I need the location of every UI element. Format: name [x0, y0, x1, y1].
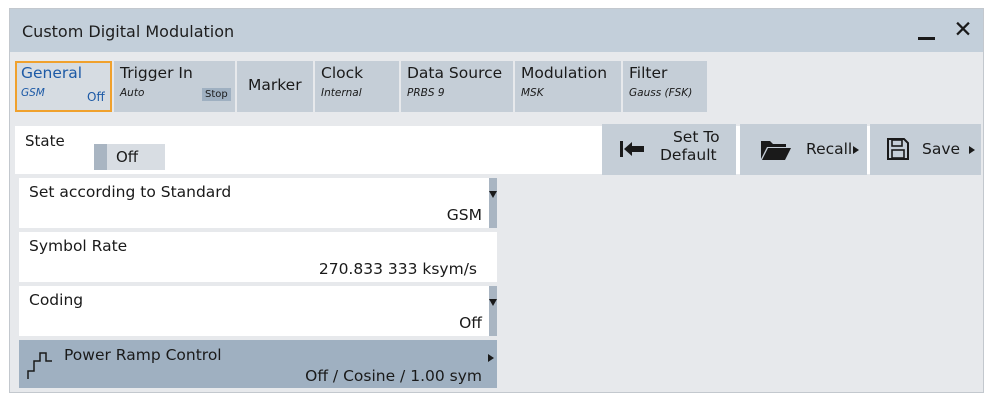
power-ramp-control-button[interactable]: Power Ramp Control Off / Cosine / 1.00 s… [19, 340, 497, 388]
chevron-right-icon [488, 354, 494, 362]
symbol-rate-value: 270.833 333 ksym/s [318, 260, 477, 278]
window-title: Custom Digital Modulation [22, 22, 235, 41]
recall-label: Recall [806, 140, 853, 158]
tab-clock-label: Clock [321, 64, 364, 82]
tab-filter-sub: Gauss (FSK) [629, 87, 693, 99]
standard-field[interactable]: Set according to Standard GSM [19, 178, 497, 228]
tab-clock[interactable]: Clock Internal [315, 61, 399, 112]
custom-digital-modulation-window: Custom Digital Modulation ✕ General GSM … [9, 8, 984, 393]
save-arrow-icon [969, 146, 975, 154]
set-to-default-line1: Set To [672, 128, 720, 146]
state-label: State [25, 132, 65, 150]
standard-label: Set according to Standard [29, 183, 232, 201]
recall-arrow-icon [853, 146, 859, 154]
tab-trigger-in-sub: Auto [120, 87, 145, 99]
symbol-rate-field[interactable]: Symbol Rate 270.833 333 ksym/s [19, 232, 497, 282]
save-button[interactable]: Save [870, 124, 981, 175]
tab-bar: General GSM Off Trigger In Auto Stop Mar… [10, 52, 983, 122]
standard-value: GSM [446, 206, 482, 224]
tab-modulation-label: Modulation [521, 64, 608, 82]
tab-marker-label: Marker [248, 76, 302, 94]
tab-general-label: General [21, 64, 83, 82]
coding-value: Off [459, 314, 482, 332]
power-ramp-label: Power Ramp Control [64, 346, 222, 364]
tab-filter-label: Filter [629, 64, 668, 82]
state-toggle[interactable]: Off [94, 144, 165, 170]
tab-trigger-in-label: Trigger In [120, 64, 193, 82]
tab-filter[interactable]: Filter Gauss (FSK) [623, 61, 707, 112]
tab-trigger-in[interactable]: Trigger In Auto Stop [114, 61, 235, 112]
tab-data-source-label: Data Source [407, 64, 503, 82]
tab-general-sub: GSM [21, 87, 45, 99]
tab-clock-sub: Internal [321, 87, 362, 99]
tab-modulation[interactable]: Modulation MSK [515, 61, 621, 112]
state-value: Off [116, 148, 139, 166]
save-label: Save [922, 140, 961, 158]
tab-general-tag: Off [87, 90, 105, 104]
coding-label: Coding [29, 291, 84, 309]
set-to-default-line2: Default [660, 146, 717, 164]
tab-data-source-sub: PRBS 9 [407, 87, 445, 99]
chevron-down-icon[interactable] [489, 178, 497, 228]
tab-general[interactable]: General GSM Off [15, 61, 112, 112]
toggle-knob [94, 144, 107, 170]
tab-data-source[interactable]: Data Source PRBS 9 [401, 61, 513, 112]
floppy-disk-icon [887, 138, 909, 160]
close-icon[interactable]: ✕ [951, 18, 975, 42]
coding-field[interactable]: Coding Off [19, 286, 497, 336]
title-bar: Custom Digital Modulation ✕ [10, 9, 983, 52]
arrow-to-start-icon [620, 141, 644, 157]
recall-button[interactable]: Recall [740, 124, 867, 175]
tab-marker[interactable]: Marker [237, 61, 313, 112]
folder-open-icon [761, 141, 791, 160]
symbol-rate-label: Symbol Rate [29, 237, 128, 255]
tab-trigger-in-tag: Stop [202, 88, 231, 101]
set-to-default-button[interactable]: Set To Default [602, 124, 736, 175]
power-ramp-icon [27, 352, 52, 379]
chevron-down-icon[interactable] [489, 286, 497, 336]
power-ramp-value: Off / Cosine / 1.00 sym [305, 367, 482, 385]
tab-modulation-sub: MSK [521, 87, 544, 99]
minimize-icon[interactable] [918, 37, 935, 40]
